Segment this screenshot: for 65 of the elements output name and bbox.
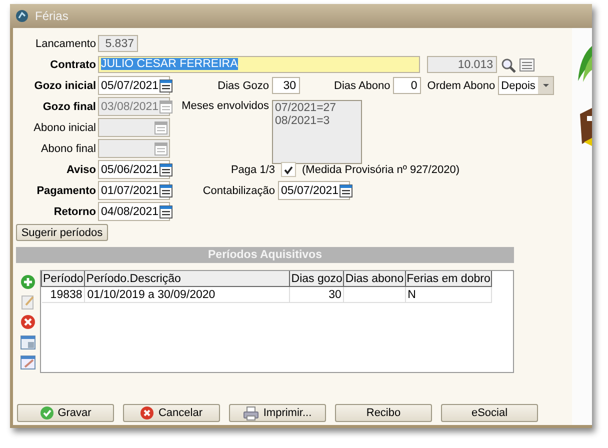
number-field[interactable]: 30: [272, 77, 300, 94]
date-field: 03/08/2021: [98, 97, 170, 116]
column-header[interactable]: Dias gozo: [290, 271, 344, 286]
check-icon: [40, 406, 54, 420]
caret-icon: [542, 83, 550, 88]
field-label: Abono inicial: [32, 122, 96, 134]
column-header[interactable]: Período.Descrição: [84, 271, 290, 286]
section-header: Períodos Aquisitivos: [16, 247, 514, 263]
table-cell: 30: [290, 286, 344, 302]
date-field[interactable]: 04/08/2021: [98, 202, 170, 221]
field-label: Paga 1/3: [230, 164, 275, 176]
dropdown[interactable]: Depois: [498, 76, 554, 95]
date-field[interactable]: 05/07/2021: [278, 181, 350, 200]
printer-icon: [243, 406, 260, 420]
field-label: Pagamento: [36, 184, 96, 196]
selected-text: JULIO CESAR FERREIRA: [101, 58, 238, 70]
cancel-button[interactable]: Cancelar: [123, 404, 220, 422]
table-cell: 01/10/2019 a 30/09/2020: [84, 286, 290, 302]
list-icon[interactable]: [519, 56, 535, 72]
table-cell: [344, 286, 406, 302]
window-icon[interactable]: [20, 334, 36, 350]
field-label: Meses envolvidos: [180, 100, 269, 112]
form-edit-icon[interactable]: [20, 354, 36, 370]
calendar-icon[interactable]: [158, 183, 173, 198]
calendar-icon[interactable]: [158, 204, 173, 219]
calendar-icon[interactable]: [338, 183, 353, 198]
field-label: Lancamento: [34, 38, 96, 50]
field-label: Gozo final: [42, 100, 96, 112]
column-header[interactable]: Período: [42, 271, 85, 286]
calendar-icon[interactable]: [158, 78, 173, 93]
print-button[interactable]: Imprimir...: [229, 404, 326, 422]
calendar-icon[interactable]: [158, 162, 173, 177]
field-label: Contrato: [49, 58, 96, 70]
note-text: (Medida Provisória nº 927/2020): [302, 164, 460, 176]
date-field[interactable]: 01/07/2021: [98, 181, 170, 200]
save-button[interactable]: Gravar: [17, 404, 114, 422]
date-field[interactable]: 05/07/2021: [98, 76, 170, 95]
action-button[interactable]: eSocial: [441, 404, 538, 422]
suggest-button[interactable]: Sugerir períodos: [16, 224, 108, 241]
date-field[interactable]: 05/06/2021: [98, 160, 170, 179]
field-label: Abono final: [40, 142, 96, 154]
close-icon: [140, 406, 154, 420]
contract-code-field: 10.013: [427, 56, 497, 73]
check-icon: [283, 164, 294, 174]
lancamento-field: 5.837: [98, 35, 138, 52]
table-cell: 19838: [42, 286, 85, 302]
column-header[interactable]: Dias abono: [344, 271, 406, 286]
column-header[interactable]: Ferias em dobro: [405, 271, 492, 286]
field-label: Contabilização: [202, 184, 275, 196]
field-label: Dias Gozo: [216, 80, 269, 92]
number-field[interactable]: 0: [393, 77, 422, 94]
field-label: Retorno: [52, 206, 96, 218]
checkbox[interactable]: [281, 162, 296, 177]
action-button[interactable]: Recibo: [335, 404, 432, 422]
search-icon[interactable]: [500, 56, 516, 72]
delete-icon[interactable]: [20, 314, 36, 330]
field-label: Ordem Abono: [427, 80, 496, 92]
add-icon[interactable]: [20, 274, 36, 290]
app-icon: [15, 9, 29, 23]
table-cell: N: [405, 286, 492, 302]
field-label: Gozo inicial: [33, 80, 96, 92]
window-title: Férias: [35, 9, 68, 23]
field-label: Dias Abono: [334, 80, 390, 92]
field-label: Aviso: [65, 164, 96, 176]
text-area[interactable]: 07/2021=27 08/2021=3: [272, 100, 362, 164]
